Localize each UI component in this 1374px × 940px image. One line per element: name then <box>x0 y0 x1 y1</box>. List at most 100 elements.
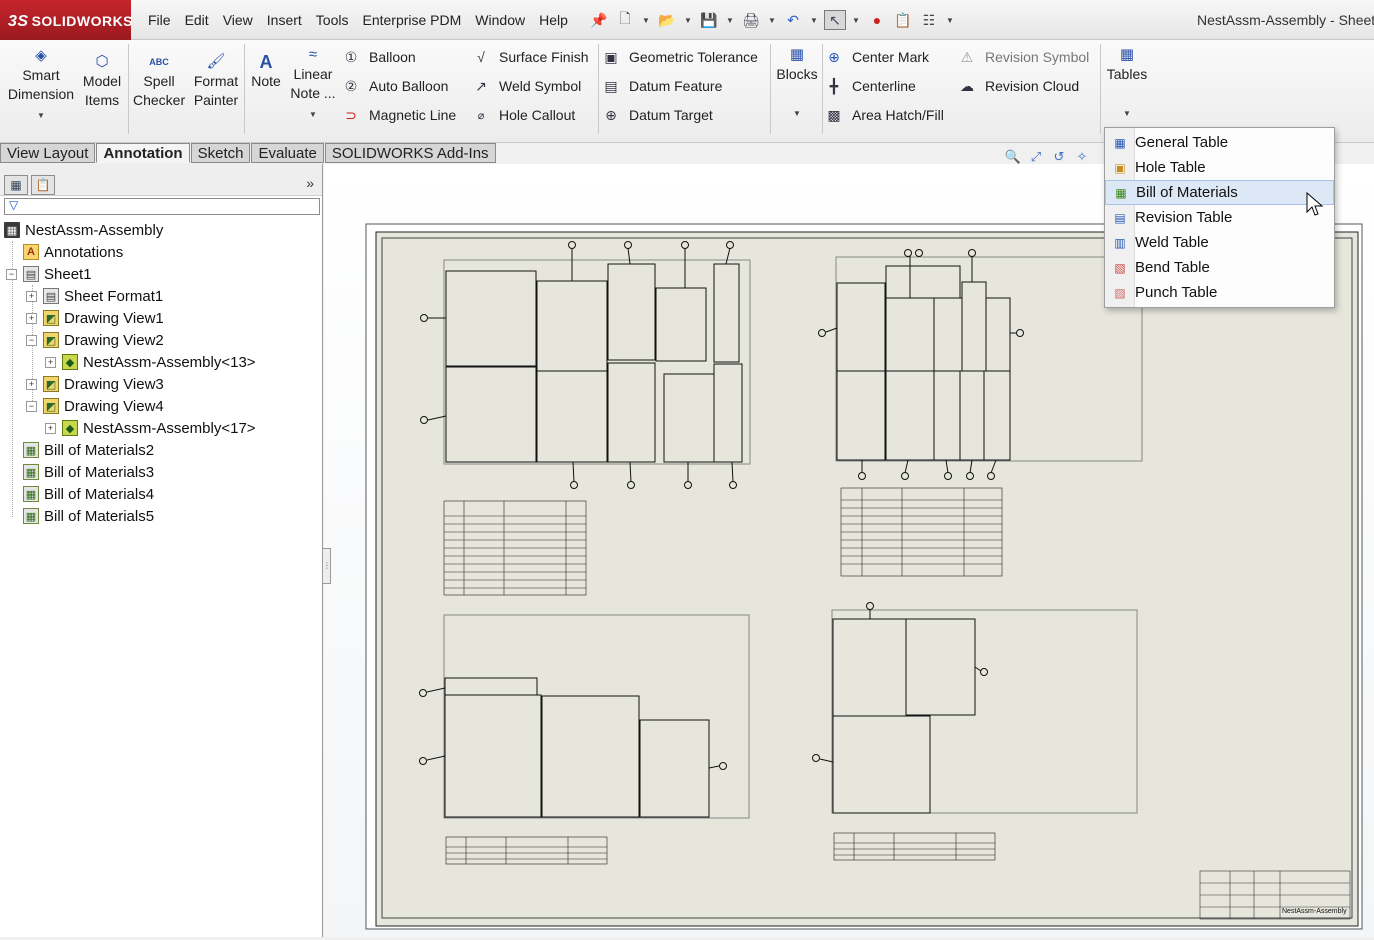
tree-item-bom4[interactable]: ▦ Bill of Materials4 <box>23 483 154 505</box>
zoom-to-fit-icon[interactable]: 🔍 <box>1004 148 1022 166</box>
revision-cloud-button[interactable]: ☁ Revision Cloud <box>958 75 1079 97</box>
menu-window[interactable]: Window <box>468 10 532 30</box>
menu-item-revision-table[interactable]: ▤ Revision Table <box>1105 205 1334 230</box>
feature-manager-tab-icon[interactable]: ▦ <box>4 175 28 195</box>
tab-evaluate[interactable]: Evaluate <box>251 143 324 163</box>
linear-note-dropdown-arrow[interactable]: ▼ <box>288 105 338 124</box>
menu-item-weld-table[interactable]: ▥ Weld Table <box>1105 230 1334 255</box>
expand-toggle-icon[interactable]: + <box>45 356 56 368</box>
expand-toggle-icon[interactable]: + <box>26 378 37 390</box>
menu-tools[interactable]: Tools <box>309 10 356 30</box>
smart-dimension-dropdown-arrow[interactable]: ▼ <box>6 106 76 125</box>
area-hatch-button[interactable]: ▩ Area Hatch/Fill <box>825 104 943 126</box>
datum-target-button[interactable]: ⊕ Datum Target <box>602 104 713 126</box>
menu-item-bill-of-materials[interactable]: ▦ Bill of Materials <box>1105 180 1334 205</box>
tree-filter-input[interactable]: ▽ <box>4 198 320 215</box>
revision-cloud-icon: ☁ <box>960 77 974 94</box>
tab-annotation[interactable]: Annotation <box>96 143 190 163</box>
datum-feature-button[interactable]: ▤ Datum Feature <box>602 75 722 97</box>
centerline-button[interactable]: ╋ Centerline <box>825 75 916 97</box>
tab-sketch[interactable]: Sketch <box>190 143 251 163</box>
hole-callout-icon: ⌀ <box>477 109 485 122</box>
geometric-tolerance-button[interactable]: ▣ Geometric Tolerance <box>602 46 758 68</box>
menu-item-punch-table[interactable]: ▨ Punch Table <box>1105 280 1334 305</box>
smart-dimension-button[interactable]: ◈ Smart Dimension ▼ <box>6 46 76 125</box>
menu-insert[interactable]: Insert <box>260 10 309 30</box>
blocks-button[interactable]: ▦ Blocks ▼ <box>774 45 820 123</box>
tab-view-layout[interactable]: View Layout <box>0 143 96 163</box>
collapse-toggle-icon[interactable]: − <box>26 334 37 346</box>
print-icon[interactable]: 🖨 <box>740 10 762 30</box>
collapse-toggle-icon[interactable]: − <box>26 400 37 412</box>
menu-item-hole-table[interactable]: ▣ Hole Table <box>1105 155 1334 180</box>
weld-symbol-button[interactable]: ↗ Weld Symbol <box>472 75 581 97</box>
select-dropdown-arrow[interactable]: ▼ <box>850 16 862 25</box>
tables-button[interactable]: ▦ Tables ▼ <box>1104 45 1150 123</box>
expand-toggle-icon[interactable]: + <box>45 422 56 434</box>
tree-item-bom2[interactable]: ▦ Bill of Materials2 <box>23 439 154 461</box>
tree-item-drawing-view3[interactable]: + ◩ Drawing View3 <box>26 373 164 395</box>
file-properties-icon[interactable]: 📋 <box>892 10 914 30</box>
save-dropdown-arrow[interactable]: ▼ <box>724 16 736 25</box>
spell-check-icon: ABC <box>149 57 169 67</box>
tree-item-drawing-view1[interactable]: + ◩ Drawing View1 <box>26 307 164 329</box>
open-folder-icon[interactable]: 📂 <box>656 10 678 30</box>
undo-icon[interactable]: ↶ <box>782 10 804 30</box>
filter-icon: ▽ <box>9 198 19 212</box>
tree-item-bom5[interactable]: ▦ Bill of Materials5 <box>23 505 154 527</box>
undo-dropdown-arrow[interactable]: ▼ <box>808 16 820 25</box>
auto-balloon-button[interactable]: ② Auto Balloon <box>342 75 449 97</box>
open-dropdown-arrow[interactable]: ▼ <box>682 16 694 25</box>
expand-toggle-icon[interactable]: + <box>26 290 37 302</box>
zoom-to-area-icon[interactable]: ⤢ <box>1027 148 1045 166</box>
expand-toggle-icon[interactable]: + <box>26 312 37 324</box>
tree-item-assembly-13[interactable]: + ◆ NestAssm-Assembly<13> <box>45 351 256 373</box>
panel-splitter-handle[interactable]: ⋮ <box>322 548 331 584</box>
menu-view[interactable]: View <box>216 10 260 30</box>
tree-item-assembly-17[interactable]: + ◆ NestAssm-Assembly<17> <box>45 417 256 439</box>
surface-finish-button[interactable]: √ Surface Finish <box>472 46 588 68</box>
model-items-button[interactable]: ⬡ Model Items <box>80 52 124 110</box>
tables-dropdown-arrow[interactable]: ▼ <box>1104 104 1150 123</box>
note-button[interactable]: A Note <box>248 52 284 91</box>
select-cursor-icon[interactable]: ↖ <box>824 10 846 30</box>
blocks-dropdown-arrow[interactable]: ▼ <box>774 104 820 123</box>
view-settings-icon[interactable]: ✧ <box>1073 148 1091 166</box>
tree-item-sheet1[interactable]: − ▤ Sheet1 <box>6 263 92 285</box>
tree-item-drawing-view4[interactable]: − ◩ Drawing View4 <box>26 395 164 417</box>
solidworks-logo[interactable]: 3S SOLIDWORKS <box>0 0 133 40</box>
options-icon[interactable]: ☷ <box>918 10 940 30</box>
menu-enterprise-pdm[interactable]: Enterprise PDM <box>355 10 468 30</box>
revision-symbol-button[interactable]: ⚠ Revision Symbol <box>958 46 1090 68</box>
tree-item-sheet-format[interactable]: + ▤ Sheet Format1 <box>26 285 163 307</box>
spell-checker-button[interactable]: ABC Spell Checker <box>133 52 185 110</box>
bill-of-materials-icon: ▦ <box>23 442 39 458</box>
tree-item-drawing-view2[interactable]: − ◩ Drawing View2 <box>26 329 164 351</box>
previous-view-icon[interactable]: ↺ <box>1050 148 1068 166</box>
new-dropdown-arrow[interactable]: ▼ <box>640 16 652 25</box>
tree-item-annotations[interactable]: A Annotations <box>23 241 123 263</box>
print-dropdown-arrow[interactable]: ▼ <box>766 16 778 25</box>
magnetic-line-button[interactable]: ⊃ Magnetic Line <box>342 104 456 126</box>
center-mark-button[interactable]: ⊕ Center Mark <box>825 46 929 68</box>
property-manager-tab-icon[interactable]: 📋 <box>31 175 55 195</box>
tree-item-root[interactable]: ▦ NestAssm-Assembly <box>4 219 163 241</box>
new-document-icon[interactable]: 🗋 <box>614 10 636 30</box>
expand-panel-icon[interactable]: » <box>306 175 314 191</box>
format-painter-button[interactable]: 🖌 Format Painter <box>190 52 242 110</box>
pin-icon[interactable]: 📌 <box>588 10 610 30</box>
menu-file[interactable]: File <box>141 10 178 30</box>
options-dropdown-arrow[interactable]: ▼ <box>944 16 956 25</box>
collapse-toggle-icon[interactable]: − <box>6 268 17 280</box>
rebuild-traffic-light-icon[interactable]: ● <box>866 10 888 30</box>
menu-help[interactable]: Help <box>532 10 575 30</box>
hole-callout-button[interactable]: ⌀ Hole Callout <box>472 104 576 126</box>
menu-item-bend-table[interactable]: ▧ Bend Table <box>1105 255 1334 280</box>
balloon-button[interactable]: ① Balloon <box>342 46 416 68</box>
linear-note-button[interactable]: ≈ Linear Note ... ▼ <box>288 45 338 124</box>
menu-edit[interactable]: Edit <box>178 10 216 30</box>
menu-item-general-table[interactable]: ▦ General Table <box>1105 130 1334 155</box>
save-icon[interactable]: 💾 <box>698 10 720 30</box>
tree-item-bom3[interactable]: ▦ Bill of Materials3 <box>23 461 154 483</box>
tab-solidworks-add-ins[interactable]: SOLIDWORKS Add-Ins <box>324 143 496 163</box>
